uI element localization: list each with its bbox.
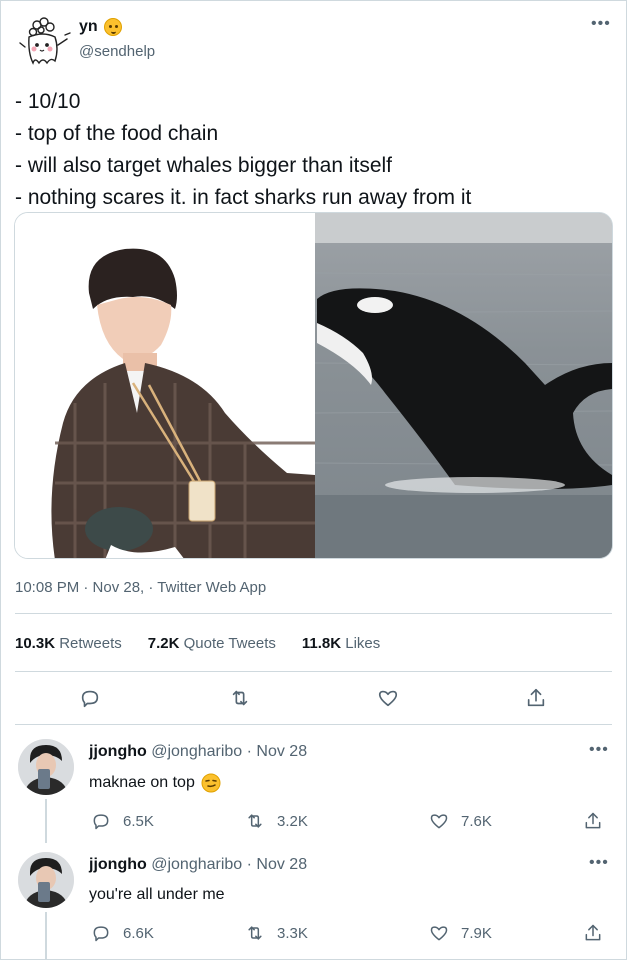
author-avatar[interactable] <box>15 11 75 71</box>
reply-button[interactable]: 6.6K <box>91 923 154 943</box>
retweet-button[interactable]: 3.3K <box>245 923 308 943</box>
author-name[interactable]: yn <box>79 18 122 36</box>
reply-icon[interactable] <box>79 687 103 711</box>
photo-person[interactable] <box>15 213 315 558</box>
tweet-line: - nothing scares it. in fact sharks run … <box>15 186 472 209</box>
tweet-card: yn @sendhelp ••• - 10/10 - top of the fo… <box>0 0 627 960</box>
reply-text: maknae on top <box>89 773 221 793</box>
reply-actions: 6.6K 3.3K 7.9K <box>89 923 609 947</box>
reply-icon <box>93 814 109 830</box>
tweet-timestamp[interactable]: 10:08 PM · Nov 28, · Twitter Web App <box>15 579 266 596</box>
tweet-text: - 10/10 - top of the food chain - will a… <box>15 86 615 214</box>
quote-tweets-stat[interactable]: 7.2K Quote Tweets <box>148 635 276 652</box>
photo-orca[interactable] <box>314 213 612 558</box>
like-button[interactable]: 7.6K <box>429 811 492 831</box>
likes-stat[interactable]: 11.8K Likes <box>302 635 380 652</box>
smirk-face-icon <box>201 773 221 793</box>
more-icon[interactable]: ••• <box>589 742 609 758</box>
heart-icon <box>430 814 448 829</box>
more-icon[interactable]: ••• <box>589 855 609 871</box>
share-icon <box>585 812 601 829</box>
heart-icon <box>430 926 448 941</box>
tweet-stats: 10.3K Retweets 7.2K Quote Tweets 11.8K L… <box>15 635 380 652</box>
share-icon <box>585 924 601 941</box>
reply-button[interactable]: 6.5K <box>91 811 154 831</box>
retweet-icon <box>248 814 262 828</box>
share-button[interactable] <box>583 811 603 831</box>
reply-actions: 6.5K 3.2K 7.6K <box>89 811 609 835</box>
tweet-line: - top of the food chain <box>15 122 219 145</box>
reply-handle-date[interactable]: @jongharibo · Nov 28 <box>151 856 307 873</box>
reply-header: jjongho @jongharibo · Nov 28 <box>89 856 307 874</box>
divider <box>15 671 612 672</box>
reply-text: you're all under me <box>89 886 225 903</box>
tweet-line: - 10/10 <box>15 90 81 113</box>
author-handle[interactable]: @sendhelp <box>79 43 155 60</box>
reply-author-name[interactable]: jjongho <box>89 743 147 760</box>
reply-avatar[interactable] <box>18 739 74 795</box>
upside-down-face-icon <box>103 18 122 36</box>
reply-handle-date[interactable]: @jongharibo · Nov 28 <box>151 743 307 760</box>
tweet-line: - will also target whales bigger than it… <box>15 154 393 177</box>
more-icon[interactable]: ••• <box>591 16 611 32</box>
like-button[interactable]: 7.9K <box>429 923 492 943</box>
thread-line <box>45 799 47 843</box>
heart-icon[interactable] <box>377 687 401 711</box>
reply-author-name[interactable]: jjongho <box>89 856 147 873</box>
retweet-icon[interactable] <box>229 687 253 711</box>
share-button[interactable] <box>583 923 603 943</box>
reply-header: jjongho @jongharibo · Nov 28 <box>89 743 307 761</box>
thread-line <box>45 912 47 960</box>
retweet-button[interactable]: 3.2K <box>245 811 308 831</box>
retweet-icon <box>248 926 262 940</box>
divider <box>15 724 612 725</box>
share-icon[interactable] <box>525 687 549 711</box>
reply-avatar[interactable] <box>18 852 74 908</box>
retweets-stat[interactable]: 10.3K Retweets <box>15 635 122 652</box>
divider <box>15 613 612 614</box>
reply-icon <box>93 926 109 942</box>
tweet-media[interactable] <box>14 212 613 559</box>
